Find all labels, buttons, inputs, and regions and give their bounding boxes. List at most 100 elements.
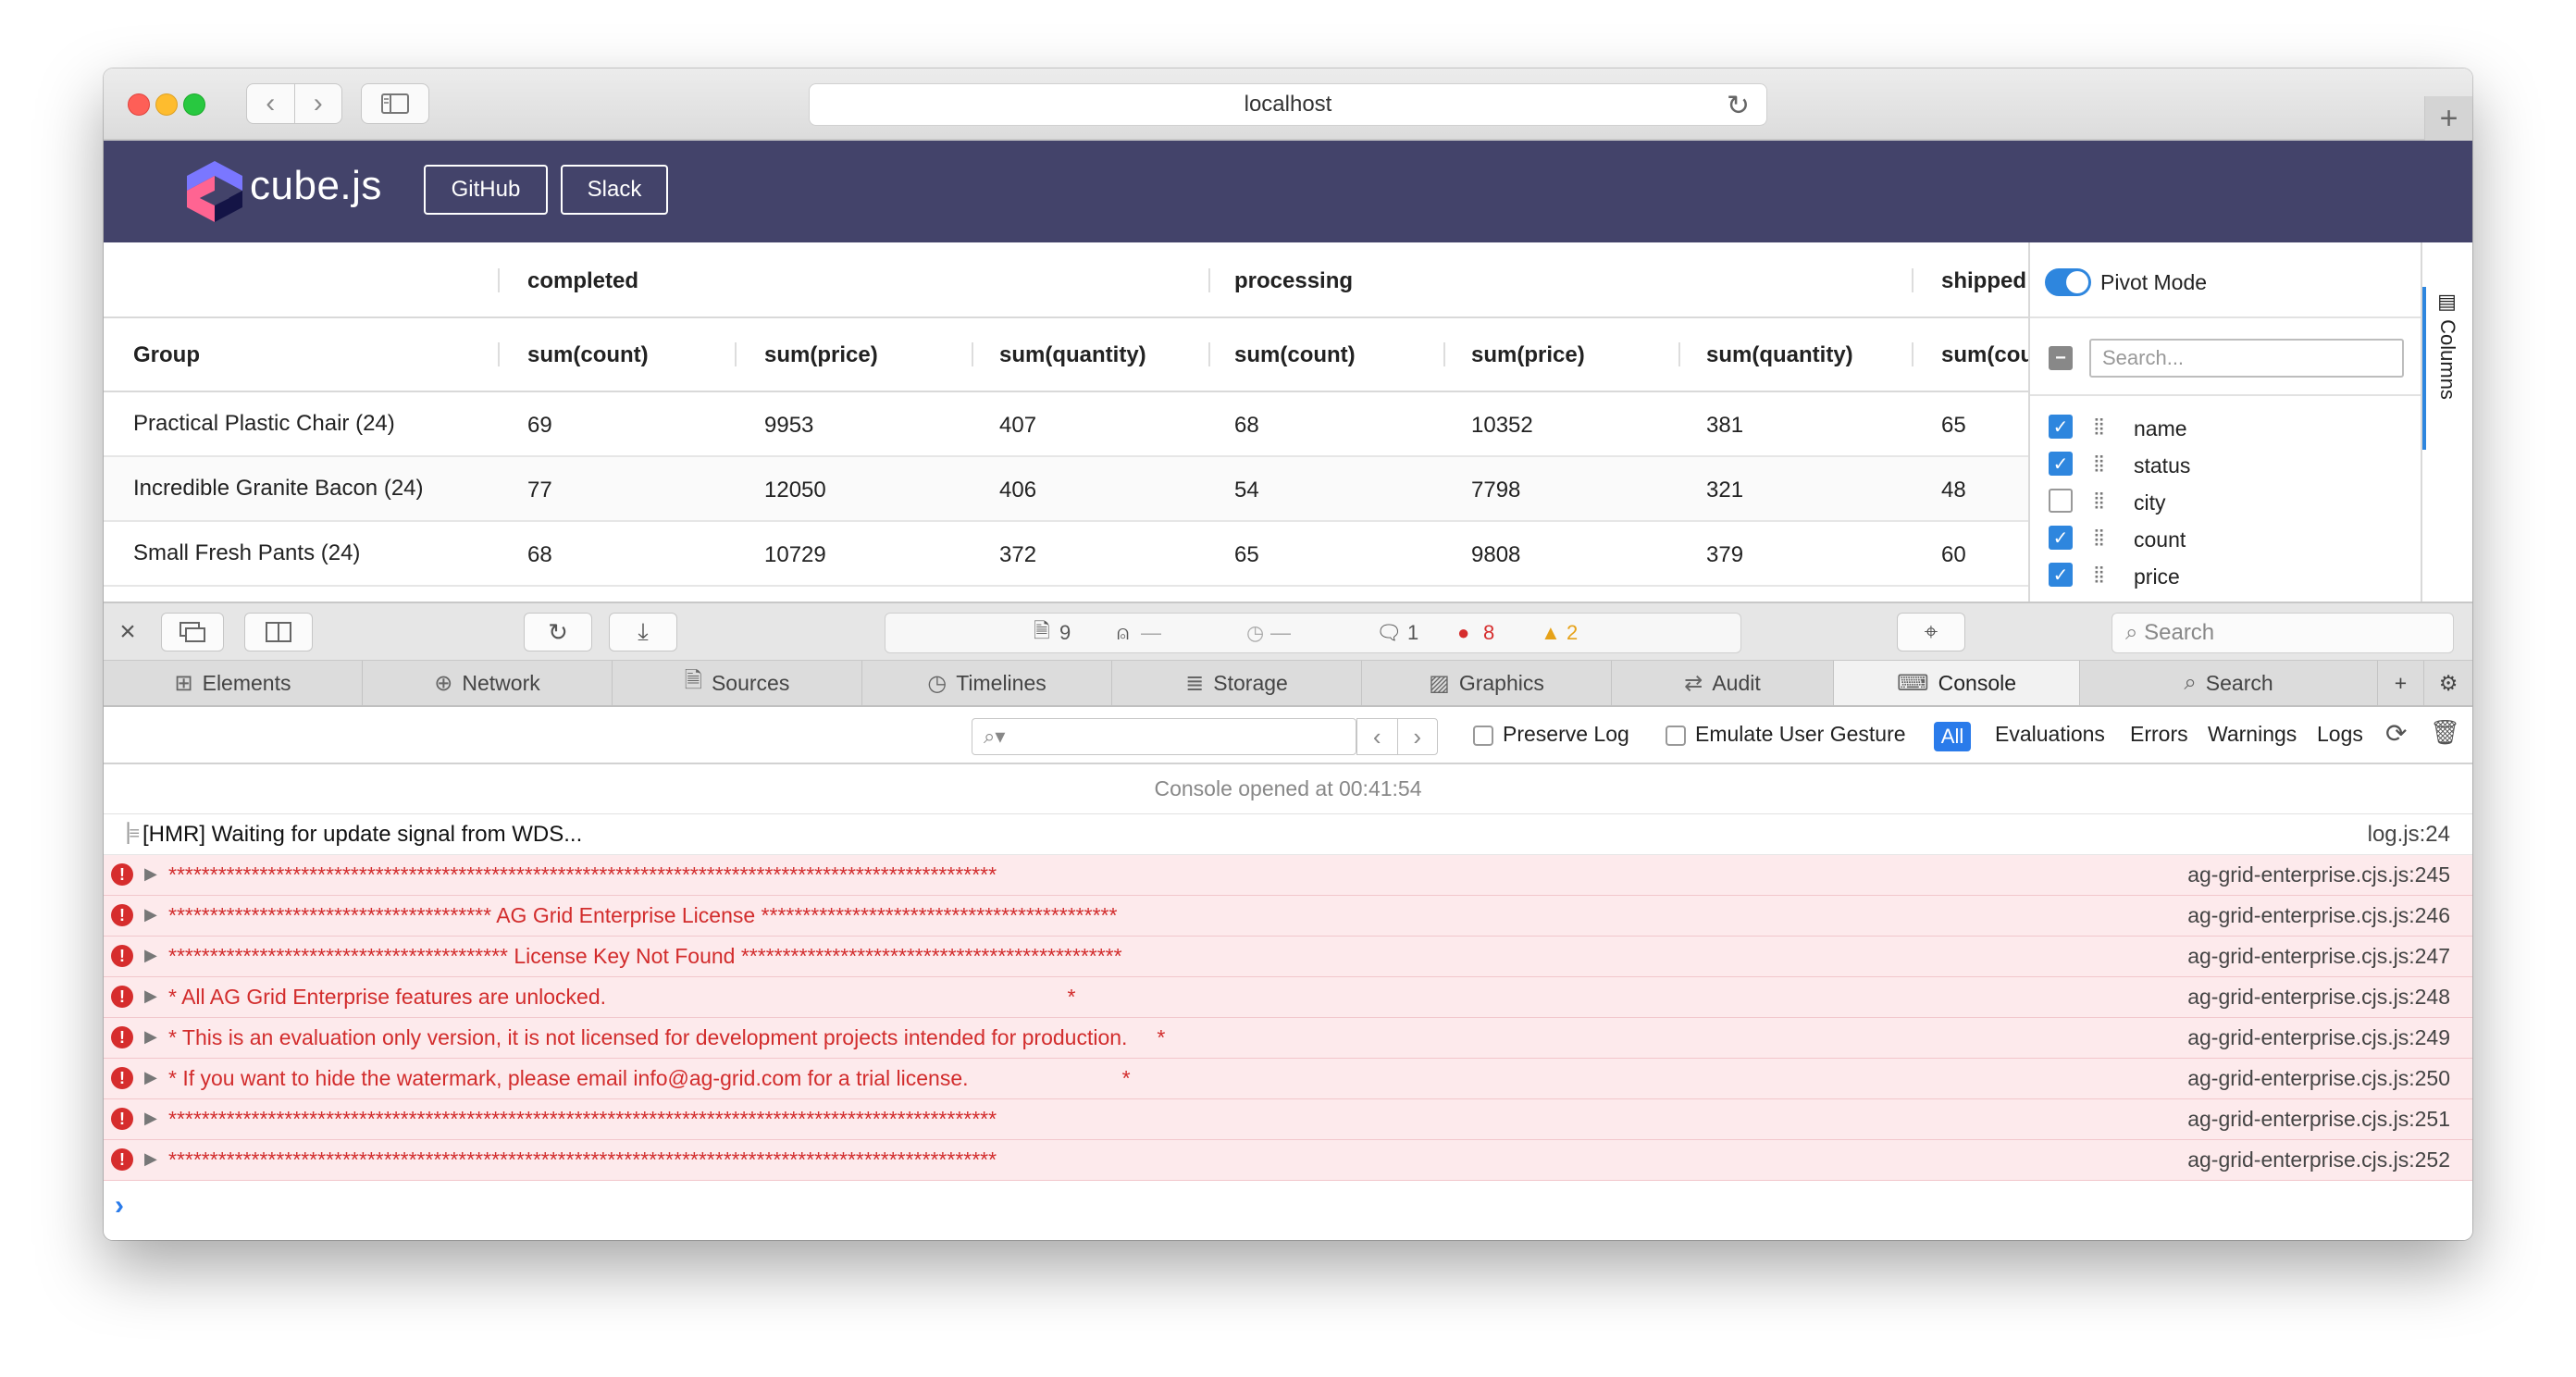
close-devtools-icon[interactable]: × bbox=[111, 613, 144, 651]
previous-match-icon[interactable]: ‹ bbox=[1357, 719, 1398, 754]
drag-handle-icon[interactable]: ⣿ bbox=[2093, 527, 2105, 547]
error-source-link[interactable]: ag-grid-enterprise.cjs.js:246 bbox=[2187, 903, 2450, 928]
drag-handle-icon[interactable]: ⣿ bbox=[2093, 453, 2105, 473]
expand-arrow-icon[interactable]: ▶ bbox=[144, 1149, 157, 1169]
sidebar-toggle-button[interactable] bbox=[361, 83, 429, 124]
github-button[interactable]: GitHub bbox=[424, 165, 548, 215]
reload-page-button[interactable]: ↻ bbox=[524, 613, 592, 651]
expand-arrow-icon[interactable]: ▶ bbox=[144, 1068, 157, 1087]
row-group-cell[interactable]: Incredible Granite Bacon (24) bbox=[133, 476, 424, 502]
group-header-shipped[interactable]: shipped bbox=[1941, 268, 2026, 294]
back-icon[interactable]: ‹ bbox=[247, 84, 295, 123]
reload-console-icon[interactable]: ⟳ bbox=[2385, 718, 2407, 749]
column-header[interactable]: sum(price) bbox=[764, 342, 878, 368]
tab-console[interactable]: ⌨ Console bbox=[1834, 661, 2080, 705]
log-icon[interactable]: 🗨 bbox=[1376, 621, 1402, 645]
columns-side-tab[interactable]: ▤ Columns bbox=[2421, 242, 2472, 602]
console-error-entry[interactable]: ! ▶ *************************************… bbox=[104, 1140, 2472, 1181]
column-header[interactable]: sum(quantity) bbox=[1706, 342, 1853, 368]
column-header[interactable]: sum(price) bbox=[1471, 342, 1585, 368]
tab-audit[interactable]: ⇄ Audit bbox=[1612, 661, 1834, 705]
tab-sources[interactable]: 🗎 Sources bbox=[613, 661, 862, 705]
drag-handle-icon[interactable]: ⣿ bbox=[2093, 416, 2105, 436]
new-tab-button[interactable]: + bbox=[2424, 96, 2472, 141]
tab-storage[interactable]: ≣ Storage bbox=[1112, 661, 1362, 705]
console-error-entry[interactable]: ! ▶ *************************************… bbox=[104, 937, 2472, 977]
error-source-link[interactable]: ag-grid-enterprise.cjs.js:252 bbox=[2187, 1148, 2450, 1172]
error-icon[interactable]: ● bbox=[1457, 621, 1469, 645]
drag-handle-icon[interactable]: ⣿ bbox=[2093, 564, 2105, 584]
console-filter-input[interactable]: ⌕▾ bbox=[972, 718, 1356, 755]
column-header[interactable]: sum(quantity) bbox=[999, 342, 1146, 368]
column-checkbox-city[interactable] bbox=[2049, 489, 2073, 513]
slack-button[interactable]: Slack bbox=[561, 165, 668, 215]
zoom-window-button[interactable] bbox=[183, 93, 205, 116]
warning-icon[interactable]: ▲ bbox=[1541, 621, 1561, 645]
tab-timelines[interactable]: ◷ Timelines bbox=[862, 661, 1112, 705]
column-checkbox-price[interactable]: ✓ bbox=[2049, 563, 2073, 587]
minimize-window-button[interactable] bbox=[155, 93, 178, 116]
warning-count[interactable]: 2 bbox=[1567, 621, 1578, 645]
emulate-gesture-checkbox[interactable] bbox=[1666, 726, 1686, 746]
column-checkbox-name[interactable]: ✓ bbox=[2049, 415, 2073, 439]
column-header[interactable]: sum(cou bbox=[1941, 342, 2034, 368]
console-error-entry[interactable]: ! ▶ * If you want to hide the watermark, … bbox=[104, 1059, 2472, 1099]
filter-warnings-button[interactable]: Warnings bbox=[2208, 722, 2297, 747]
row-group-cell[interactable]: Practical Plastic Chair (24) bbox=[133, 411, 395, 437]
tab-network[interactable]: ⊕ Network bbox=[363, 661, 613, 705]
console-error-entry[interactable]: ! ▶ *************************************… bbox=[104, 855, 2472, 896]
error-count[interactable]: 8 bbox=[1483, 621, 1494, 645]
console-error-entry[interactable]: ! ▶ *************************************… bbox=[104, 1099, 2472, 1140]
tab-elements[interactable]: ⊞ Elements bbox=[104, 661, 363, 705]
filter-all-button[interactable]: All bbox=[1934, 722, 1971, 751]
drag-handle-icon[interactable]: ⣿ bbox=[2093, 490, 2105, 510]
error-source-link[interactable]: ag-grid-enterprise.cjs.js:247 bbox=[2187, 944, 2450, 969]
forward-icon[interactable]: › bbox=[295, 84, 342, 123]
console-log-entry[interactable]: ▕≡ [HMR] Waiting for update signal from … bbox=[104, 814, 2472, 855]
error-source-link[interactable]: ag-grid-enterprise.cjs.js:249 bbox=[2187, 1025, 2450, 1050]
expand-arrow-icon[interactable]: ▶ bbox=[144, 1027, 157, 1047]
log-count[interactable]: 1 bbox=[1407, 621, 1418, 645]
column-checkbox-status[interactable]: ✓ bbox=[2049, 452, 2073, 476]
select-all-columns-checkbox[interactable]: − bbox=[2049, 346, 2073, 370]
expand-arrow-icon[interactable]: ▶ bbox=[144, 986, 157, 1006]
column-checkbox-count[interactable]: ✓ bbox=[2049, 526, 2073, 550]
console-prompt-icon[interactable]: › bbox=[115, 1190, 124, 1222]
filter-errors-button[interactable]: Errors bbox=[2130, 722, 2188, 747]
expand-arrow-icon[interactable]: ▶ bbox=[144, 864, 157, 884]
row-group-cell[interactable]: Small Fresh Pants (24) bbox=[133, 540, 360, 566]
settings-gear-icon[interactable]: ⚙ bbox=[2424, 661, 2472, 705]
tab-graphics[interactable]: ▨ Graphics bbox=[1362, 661, 1612, 705]
reload-icon[interactable]: ↻ bbox=[1727, 90, 1750, 122]
console-error-entry[interactable]: ! ▶ *************************************… bbox=[104, 896, 2472, 937]
columns-search-input[interactable]: Search... bbox=[2089, 339, 2404, 378]
column-header-group[interactable]: Group bbox=[133, 342, 200, 368]
group-header-processing[interactable]: processing bbox=[1234, 268, 1353, 294]
expand-arrow-icon[interactable]: ▶ bbox=[144, 1109, 157, 1128]
close-window-button[interactable] bbox=[128, 93, 150, 116]
tab-search[interactable]: ⌕ Search bbox=[2080, 661, 2378, 705]
clear-console-icon[interactable]: 🗑 bbox=[2430, 718, 2460, 747]
error-source-link[interactable]: ag-grid-enterprise.cjs.js:245 bbox=[2187, 862, 2450, 887]
error-source-link[interactable]: ag-grid-enterprise.cjs.js:250 bbox=[2187, 1066, 2450, 1091]
error-source-link[interactable]: ag-grid-enterprise.cjs.js:251 bbox=[2187, 1107, 2450, 1132]
filter-logs-button[interactable]: Logs bbox=[2317, 722, 2363, 747]
error-source-link[interactable]: ag-grid-enterprise.cjs.js:248 bbox=[2187, 985, 2450, 1010]
group-header-completed[interactable]: completed bbox=[527, 268, 638, 294]
column-header[interactable]: sum(count) bbox=[527, 342, 649, 368]
next-match-icon[interactable]: › bbox=[1398, 719, 1438, 754]
devtools-search-input[interactable]: ⌕ Search bbox=[2112, 613, 2454, 653]
detach-window-button[interactable] bbox=[161, 613, 224, 651]
console-error-entry[interactable]: ! ▶ * This is an evaluation only version,… bbox=[104, 1018, 2472, 1059]
filter-evaluations-button[interactable]: Evaluations bbox=[1995, 722, 2105, 747]
console-error-entry[interactable]: ! ▶ * All AG Grid Enterprise features are… bbox=[104, 977, 2472, 1018]
log-source-link[interactable]: log.js:24 bbox=[2368, 822, 2450, 848]
dock-side-button[interactable] bbox=[244, 613, 313, 651]
add-tab-button[interactable]: + bbox=[2378, 661, 2424, 705]
preserve-log-checkbox[interactable] bbox=[1473, 726, 1493, 746]
download-archive-button[interactable]: ⤓ bbox=[609, 613, 677, 651]
column-header[interactable]: sum(count) bbox=[1234, 342, 1356, 368]
address-bar[interactable]: localhost ↻ bbox=[809, 83, 1767, 126]
inspect-element-button[interactable]: ⌖ bbox=[1897, 613, 1965, 651]
expand-arrow-icon[interactable]: ▶ bbox=[144, 905, 157, 924]
